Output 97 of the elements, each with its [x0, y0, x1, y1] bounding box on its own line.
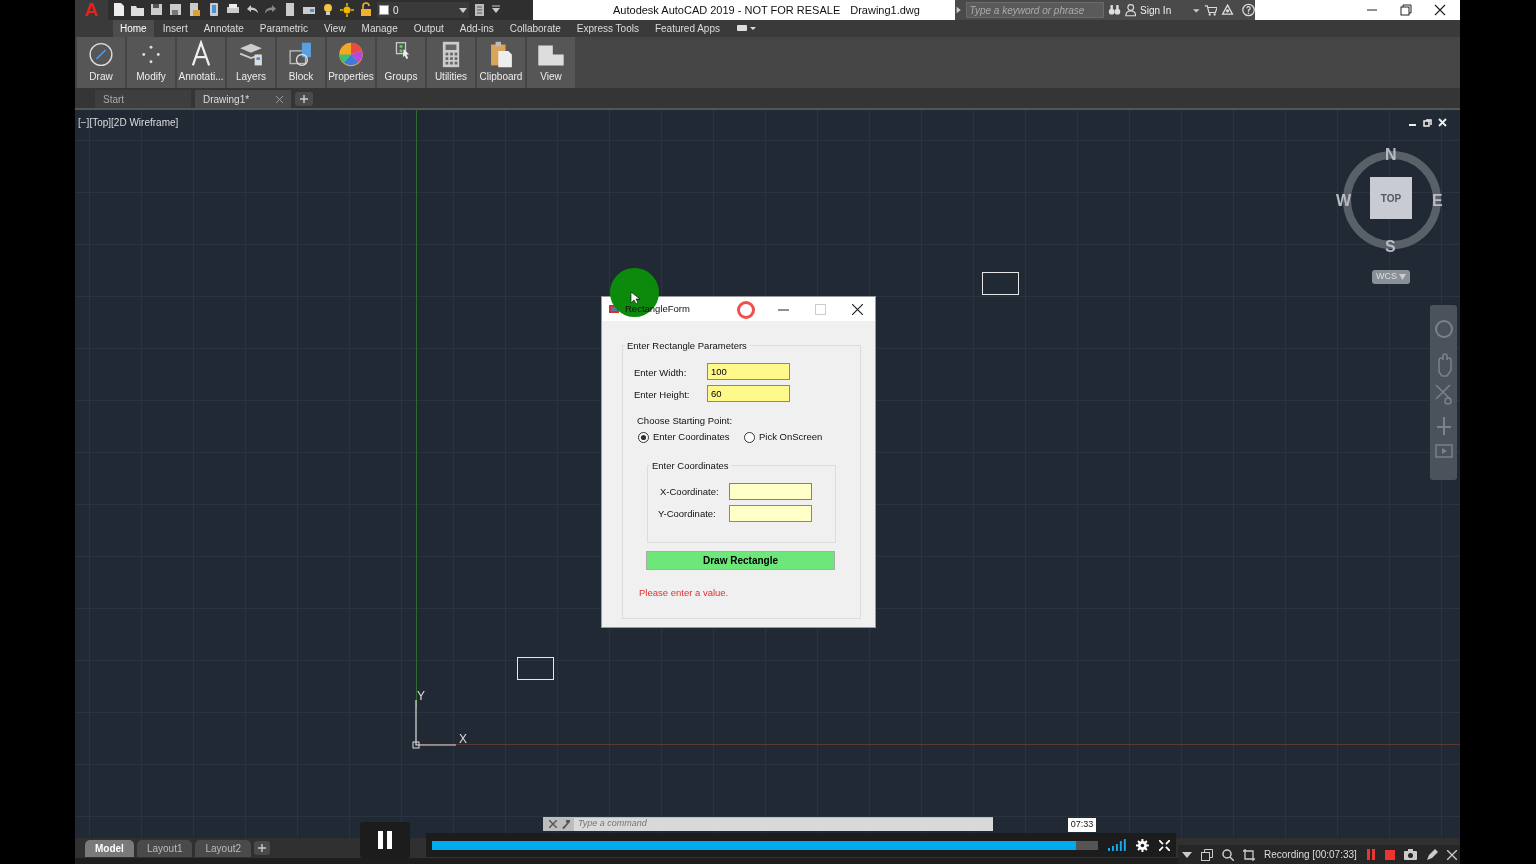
command-field[interactable]: Type a command	[574, 817, 993, 831]
radio-button[interactable]	[744, 431, 755, 443]
group-label: Enter Rectangle Parameters	[625, 339, 749, 354]
layer-name: 0	[393, 3, 400, 18]
caret-icon	[459, 6, 467, 14]
ribbon-tab[interactable]: Output	[406, 20, 451, 37]
section-label: Choose Starting Point:	[637, 414, 733, 428]
add-layout-button[interactable]	[254, 841, 271, 855]
triangle-icon[interactable]	[1220, 2, 1234, 18]
radio-option[interactable]: Pick OnScreen	[744, 430, 823, 445]
layout-tab[interactable]: Model	[85, 839, 134, 857]
ribbon-panel-button[interactable]: Clipboard	[477, 37, 525, 88]
cart-icon[interactable]	[1203, 2, 1217, 18]
ribbon-tab[interactable]: Manage	[354, 20, 405, 37]
new-tab-button[interactable]	[295, 92, 313, 106]
sun-icon[interactable]	[339, 2, 355, 18]
ribbon-tab[interactable]: Parametric	[252, 20, 316, 37]
ribbon-panel-button[interactable]: Block	[277, 37, 325, 88]
pause-button[interactable]	[360, 822, 410, 858]
ribbon-panel-button[interactable]: Properties	[327, 37, 375, 88]
close-icon[interactable]	[1434, 4, 1446, 16]
plus-icon	[258, 844, 267, 852]
ucs-label: WCS	[1376, 270, 1397, 284]
stop-icon[interactable]	[1384, 849, 1395, 860]
search-icon[interactable]	[1222, 848, 1234, 861]
close-icon[interactable]	[852, 303, 863, 315]
rectangle-shape	[982, 272, 1019, 295]
view-cube-face[interactable]: TOP	[1370, 177, 1412, 219]
layout-tab[interactable]: Layout2	[195, 839, 252, 857]
ribbon-tab[interactable]: View	[317, 20, 353, 37]
field-label: Enter Width:	[634, 366, 687, 380]
search-field[interactable]: Type a keyword or phrase	[965, 2, 1104, 18]
lock-icon[interactable]	[358, 2, 374, 18]
ribbon-panel-button[interactable]: Modify	[127, 37, 175, 88]
signal-icon[interactable]	[1108, 839, 1127, 851]
radio-option[interactable]: Enter Coordinates	[638, 430, 730, 445]
error-message: Please enter a value.	[639, 586, 729, 600]
caret-icon	[1399, 274, 1406, 280]
ribbon-tab[interactable]: Insert	[155, 20, 195, 37]
new-file-icon[interactable]	[111, 2, 127, 18]
app-title: Autodesk AutoCAD 2019 - NOT FOR RESALE	[613, 2, 841, 18]
ribbon-panel-button[interactable]: Utilities	[427, 37, 475, 88]
ribbon-tab[interactable]: Annotate	[196, 20, 251, 37]
ribbon-tab[interactable]: Collaborate	[502, 20, 568, 37]
text-field[interactable]	[729, 505, 812, 522]
save-as-icon[interactable]	[168, 2, 184, 18]
ribbon-panel-button[interactable]: View	[527, 37, 575, 88]
ribbon-tab[interactable]: Add-ins	[452, 20, 501, 37]
radio-label: Enter Coordinates	[653, 430, 730, 444]
text-field[interactable]: 100	[707, 363, 790, 380]
file-tab[interactable]: Start	[95, 90, 191, 108]
ribbon-panel-button[interactable]: Layers	[227, 37, 275, 88]
axis-label: Y	[417, 688, 425, 705]
text-field[interactable]	[729, 483, 812, 500]
radio-label: Pick OnScreen	[759, 430, 823, 444]
layer-dropdown[interactable]: 0	[377, 2, 469, 18]
camera-icon[interactable]	[1403, 849, 1417, 860]
help-icon[interactable]	[1241, 2, 1255, 18]
radio-button[interactable]	[638, 431, 649, 443]
restore-icon[interactable]	[1423, 118, 1432, 127]
color-swatch-icon	[379, 5, 389, 15]
ribbon-panel-button[interactable]: Groups	[377, 37, 425, 88]
wrench-icon[interactable]	[561, 819, 570, 829]
layout-tab[interactable]: Layout1	[136, 839, 193, 857]
click-ring-icon	[736, 300, 756, 320]
text-field[interactable]: 60	[707, 385, 790, 402]
plus-icon	[300, 95, 308, 103]
save-icon[interactable]	[149, 2, 165, 18]
pointer-icon	[630, 291, 640, 305]
ribbon-tab[interactable]: Featured Apps	[647, 20, 727, 37]
pencil-icon[interactable]	[1425, 848, 1438, 861]
field-label: Y-Coordinate:	[658, 507, 716, 521]
pause-icon[interactable]	[1365, 849, 1376, 860]
time-tooltip: 07:33	[1067, 818, 1097, 832]
field-label: X-Coordinate:	[660, 485, 719, 499]
draw-rectangle-button[interactable]: Draw Rectangle	[646, 551, 835, 570]
field-label: Enter Height:	[634, 388, 690, 402]
ribbon-tab[interactable]: Home	[113, 20, 154, 37]
pause-icon	[377, 831, 393, 849]
viewport-label[interactable]: [−][Top][2D Wireframe]	[78, 115, 179, 130]
compass-letter[interactable]: W	[1336, 189, 1352, 213]
user-icon[interactable]	[1124, 2, 1137, 18]
axis-label: X	[459, 731, 467, 748]
rectangle-shape	[517, 657, 554, 680]
document-icon[interactable]	[187, 2, 203, 18]
file-name: Drawing1.dwg	[850, 2, 920, 18]
crop-icon[interactable]	[1243, 848, 1255, 861]
ribbon-panel-button[interactable]: Annotati...	[177, 37, 225, 88]
file-tab[interactable]: Drawing1*	[195, 90, 291, 108]
ribbon-panel-button[interactable]: Draw	[77, 37, 125, 88]
settings-icon[interactable]	[1136, 838, 1150, 852]
ribbon-tab[interactable]: Express Tools	[569, 20, 646, 37]
fullscreen-icon[interactable]	[1159, 839, 1170, 851]
recording-status: Recording [00:07:33]	[1264, 848, 1357, 862]
windows-icon[interactable]	[1201, 848, 1213, 861]
restore-icon[interactable]	[1400, 4, 1412, 16]
sign-in-link[interactable]: Sign In	[1140, 2, 1172, 18]
